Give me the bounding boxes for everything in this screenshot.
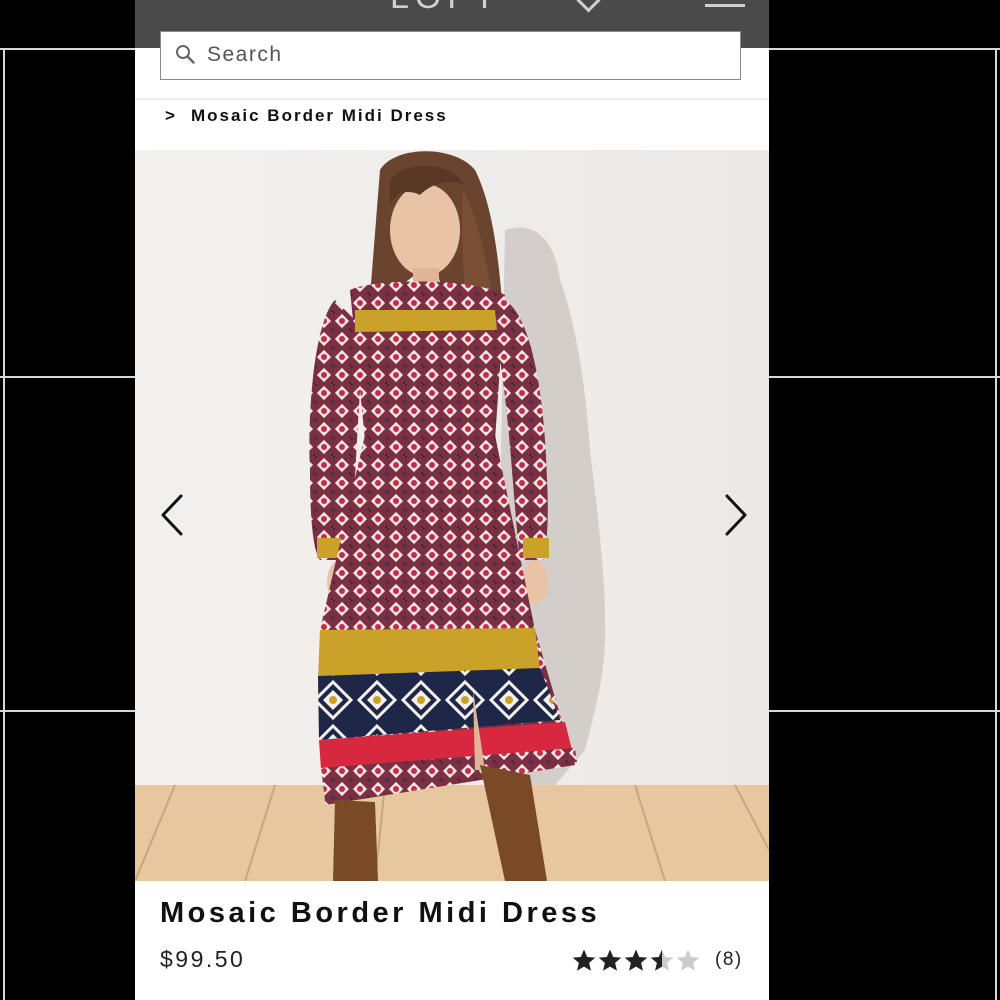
product-price: $99.50 [160,946,246,972]
carousel-next-button[interactable] [717,490,757,540]
star-filled-icon [624,949,648,971]
product-rating[interactable]: (8) [571,946,743,974]
breadcrumb-current[interactable]: Mosaic Border Midi Dress [191,106,448,125]
brand-logo[interactable]: LOFT [390,0,501,17]
shopping-bag-icon[interactable] [576,0,601,13]
rating-stars [571,948,701,972]
review-count[interactable]: (8) [715,949,743,971]
product-page: LOFT > Mosaic Border Midi Dress [135,0,769,1000]
menu-icon[interactable] [705,0,745,7]
chevron-left-icon [161,494,183,536]
breadcrumb-separator: > [165,106,177,125]
star-half-icon [650,949,674,971]
product-photo [135,150,769,881]
breadcrumb: > Mosaic Border Midi Dress [165,106,448,126]
search-input[interactable] [207,42,687,68]
star-filled-icon [598,949,622,971]
grid-line [995,50,997,1000]
screenshot-collage: LOFT > Mosaic Border Midi Dress [0,0,1000,1000]
carousel-prev-button[interactable] [153,490,193,540]
star-filled-icon [572,949,596,971]
search-icon [176,45,195,64]
header-divider [135,98,769,101]
search-bar[interactable] [160,31,741,80]
chevron-right-icon [725,494,747,536]
product-image[interactable] [135,150,769,881]
star-empty-icon [676,949,700,971]
grid-line [3,50,5,1000]
product-title: Mosaic Border Midi Dress [160,897,601,929]
